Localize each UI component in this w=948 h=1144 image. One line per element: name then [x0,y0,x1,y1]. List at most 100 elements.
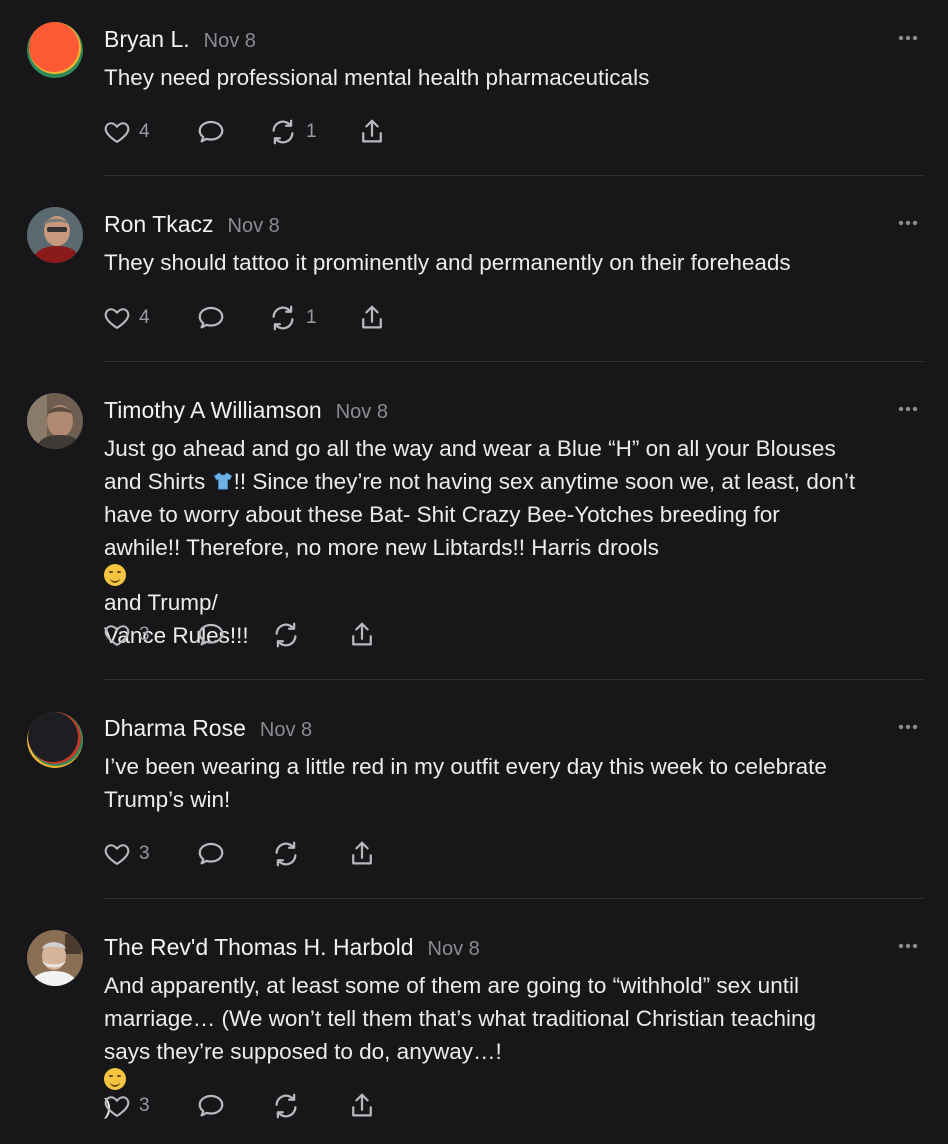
reply-button[interactable] [196,615,226,655]
comment-bubble-icon [198,842,224,865]
share-icon [352,841,372,865]
comment-meta: Timothy A Williamson Nov 8 [104,397,388,424]
heart-icon [104,1096,130,1117]
drooling-face-emoji-icon [104,564,126,586]
more-options-icon[interactable] [893,719,923,735]
avatar[interactable] [27,393,83,449]
like-button[interactable]: 3 [103,615,150,655]
comment-line: marriage… (We won’t tell them that’s wha… [104,1006,816,1031]
comment-meta: Bryan L. Nov 8 [104,26,256,53]
comment-bubble-icon [198,120,224,143]
author-name[interactable]: The Rev'd Thomas H. Harbold [104,934,414,960]
share-icon [362,305,382,329]
like-count: 4 [139,121,150,142]
comment-bubble-icon [198,623,224,646]
comment-date[interactable]: Nov 8 [260,719,312,741]
more-options-icon[interactable] [893,215,923,231]
comment-line-part: says they’re supposed to do, anyway…! [104,1039,502,1064]
heart-icon [104,844,130,865]
share-icon [352,622,372,646]
share-icon [352,1093,372,1117]
shirt-emoji-icon [213,472,232,490]
comment-line: Just go ahead and go all the way and wea… [104,436,836,461]
comment-line: They should tattoo it prominently and pe… [104,250,791,275]
like-count: 3 [139,843,150,864]
comment-actions: 3 [0,615,948,655]
comment-actions: 3 [0,1086,948,1126]
avatar[interactable] [27,930,83,986]
comment-date[interactable]: Nov 8 [228,215,280,237]
author-name[interactable]: Bryan L. [104,26,190,52]
comment-date[interactable]: Nov 8 [204,30,256,52]
share-button[interactable] [347,834,377,874]
comment-line: awhile!! Therefore, no more new Libtards… [104,531,924,619]
share-button[interactable] [347,1086,377,1126]
share-button[interactable] [357,298,387,338]
restack-icon [275,841,297,867]
restack-icon [275,1093,297,1119]
restack-button[interactable] [271,615,301,655]
reply-button[interactable] [196,298,226,338]
restack-icon [275,622,297,648]
comment-line-part: awhile!! Therefore, no more new Libtards… [104,535,659,560]
more-options-icon[interactable] [893,938,923,954]
comment-line: And apparently, at least some of them ar… [104,973,799,998]
comment-divider [104,898,924,899]
heart-icon [104,308,130,329]
restack-button[interactable] [271,1086,301,1126]
like-button[interactable]: 3 [103,1086,150,1126]
heart-icon [104,122,130,143]
comment-text: They should tattoo it prominently and pe… [104,246,924,279]
like-count: 4 [139,307,150,328]
comment-date[interactable]: Nov 8 [336,401,388,423]
comment-date[interactable]: Nov 8 [428,938,480,960]
comment-meta: Dharma Rose Nov 8 [104,715,312,742]
like-button[interactable]: 4 [103,112,150,152]
share-button[interactable] [347,615,377,655]
restack-button[interactable]: 1 [268,298,317,338]
like-button[interactable]: 4 [103,298,150,338]
comment-line: have to worry about these Bat- Shit Craz… [104,502,780,527]
more-options-icon[interactable] [893,30,923,46]
comment-line-part: and Trump/ [104,590,218,615]
comment-divider [104,175,924,176]
like-count: 3 [139,624,150,645]
comment-text: I’ve been wearing a little red in my out… [104,750,924,816]
like-count: 3 [139,1095,150,1116]
more-options-icon[interactable] [893,401,923,417]
comment-line: Trump’s win! [104,787,231,812]
restack-count: 1 [306,307,317,328]
comment-bubble-icon [198,306,224,329]
restack-count: 1 [306,121,317,142]
reply-button[interactable] [196,1086,226,1126]
share-button[interactable] [357,112,387,152]
comment-divider [104,361,924,362]
reply-button[interactable] [196,112,226,152]
avatar[interactable] [27,712,83,768]
comment-actions: 3 [0,834,948,874]
avatar[interactable] [27,22,83,78]
comment-meta: The Rev'd Thomas H. Harbold Nov 8 [104,934,480,961]
restack-icon [272,119,294,145]
heart-icon [104,625,130,646]
comment-meta: Ron Tkacz Nov 8 [104,211,280,238]
avatar[interactable] [27,207,83,263]
comment-line-part: and Shirts [104,469,212,494]
comment-actions: 4 1 [0,298,948,338]
comment-divider [104,679,924,680]
restack-button[interactable]: 1 [268,112,317,152]
restack-button[interactable] [271,834,301,874]
comment-line-part: !! Since they’re not having sex anytime … [233,469,856,494]
reply-button[interactable] [196,834,226,874]
comment-line: I’ve been wearing a little red in my out… [104,754,827,779]
comment-text: They need professional mental health pha… [104,61,924,94]
author-name[interactable]: Timothy A Williamson [104,397,322,423]
restack-icon [272,305,294,331]
comment-bubble-icon [198,1094,224,1117]
share-icon [362,119,382,143]
like-button[interactable]: 3 [103,834,150,874]
comment-line: and Shirts !! Since they’re not having s… [104,465,924,498]
comment-actions: 4 1 [0,112,948,152]
author-name[interactable]: Dharma Rose [104,715,246,741]
author-name[interactable]: Ron Tkacz [104,211,214,237]
